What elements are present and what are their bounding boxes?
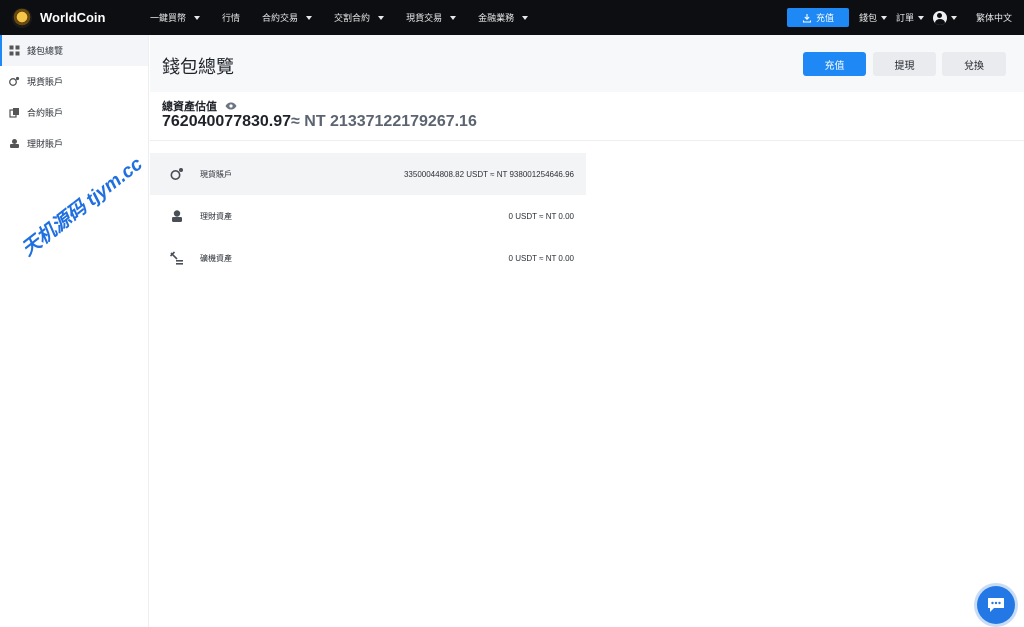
orders-menu[interactable]: 訂單 — [896, 11, 924, 24]
dashboard-icon — [9, 45, 20, 56]
caret-down-icon — [950, 15, 957, 20]
total-asset-nt: ≈ NT 21337122179267.16 — [291, 113, 477, 130]
contract-account-icon — [9, 108, 19, 118]
user-menu[interactable] — [932, 10, 957, 25]
sidebar-item-label: 合約賬戶 — [27, 108, 64, 118]
user-avatar-icon — [932, 10, 947, 25]
sidebar-item-contract-account[interactable]: 合約賬戶 — [0, 97, 148, 128]
exchange-button[interactable]: 兌換 — [942, 52, 1006, 76]
top-deposit-label: 充值 — [815, 13, 834, 23]
total-asset-values: 762040077830.97≈ NT 21337122179267.16 — [162, 113, 477, 131]
wallet-label: 錢包 — [858, 13, 877, 23]
page-title: 錢包總覽 — [162, 57, 234, 77]
language-selector[interactable]: 繁体中文 — [976, 11, 1012, 24]
orders-label: 訂單 — [895, 13, 914, 23]
caret-down-icon — [450, 15, 457, 20]
nav-label: 合約交易 — [262, 13, 299, 23]
caret-down-icon — [194, 15, 201, 20]
wallet-menu[interactable]: 錢包 — [859, 11, 887, 24]
sidebar-item-wallet-overview[interactable]: 錢包總覽 — [0, 35, 148, 66]
sidebar-item-label: 錢包總覽 — [27, 46, 64, 56]
spot-account-icon — [170, 168, 183, 180]
nav-item-delivery-contract[interactable]: 交割合約 — [334, 11, 385, 24]
account-value: 0 USDT ≈ NT 0.00 — [508, 253, 574, 263]
caret-down-icon — [306, 15, 313, 20]
nav-item-quick-buy[interactable]: 一鍵買幣 — [150, 11, 201, 24]
sidebar-item-label: 理財賬戶 — [27, 139, 64, 149]
account-value: 33500044808.82 USDT ≈ NT 938001254646.96 — [403, 169, 574, 179]
withdraw-button[interactable]: 提現 — [873, 52, 936, 76]
chat-support-button[interactable] — [977, 586, 1015, 624]
spot-account-icon — [9, 76, 20, 86]
nav-item-market[interactable]: 行情 — [222, 11, 240, 24]
account-name: 理財資產 — [200, 211, 232, 221]
account-name: 礦機資產 — [200, 253, 232, 263]
caret-down-icon — [378, 15, 385, 20]
brand[interactable]: WorldCoin — [0, 7, 150, 28]
finance-asset-icon — [172, 210, 182, 222]
account-row-mining[interactable]: 礦機資產 0 USDT ≈ NT 0.00 — [150, 237, 586, 279]
total-asset-summary: 總資產估值 762040077830.97≈ NT 21337122179267… — [150, 92, 1024, 141]
nav-item-financial-services[interactable]: 金融業務 — [478, 11, 529, 24]
top-deposit-button[interactable]: 充值 — [786, 8, 849, 27]
nav-label: 金融業務 — [478, 13, 515, 23]
account-name: 現貨賬戶 — [200, 169, 232, 179]
sidebar-item-spot-account[interactable]: 現貨賬戶 — [0, 66, 148, 97]
account-row-spot[interactable]: 現貨賬戶 33500044808.82 USDT ≈ NT 9380012546… — [150, 153, 586, 195]
nav-label: 交割合約 — [334, 13, 371, 23]
caret-down-icon — [880, 15, 887, 20]
eye-icon[interactable] — [225, 102, 237, 110]
brand-name: WorldCoin — [40, 10, 106, 25]
total-asset-label: 總資產估值 — [162, 101, 217, 113]
total-asset-usdt: 762040077830.97 — [162, 113, 292, 130]
nav-item-spot-trading[interactable]: 現貨交易 — [406, 11, 457, 24]
main-nav: 一鍵買幣 行情 合約交易 交割合約 現貨交易 金融業務 — [150, 0, 550, 35]
sidebar-item-label: 現貨賬戶 — [27, 77, 64, 87]
worldcoin-logo-icon — [12, 7, 32, 28]
total-asset-label-row: 總資產估值 — [162, 98, 237, 114]
mining-asset-icon — [170, 251, 183, 265]
top-right-actions: 充值 錢包 訂單 繁体中文 — [786, 0, 1024, 35]
nav-label: 行情 — [222, 13, 241, 23]
account-row-finance[interactable]: 理財資產 0 USDT ≈ NT 0.00 — [150, 195, 586, 237]
account-list: 現貨賬戶 33500044808.82 USDT ≈ NT 9380012546… — [150, 153, 586, 279]
chat-icon — [988, 598, 1004, 612]
main-content: 錢包總覽 充值 提現 兌換 總資產估值 762040077830.97≈ NT … — [150, 35, 1024, 627]
finance-account-icon — [10, 139, 19, 148]
page-header: 錢包總覽 充值 提現 兌換 — [150, 35, 1024, 92]
download-icon — [802, 13, 811, 23]
account-value: 0 USDT ≈ NT 0.00 — [508, 211, 574, 221]
caret-down-icon — [522, 15, 529, 20]
top-navbar: WorldCoin 一鍵買幣 行情 合約交易 交割合約 現貨交易 金融業務 充值… — [0, 0, 1024, 35]
nav-item-contract-trading[interactable]: 合約交易 — [262, 11, 313, 24]
nav-label: 一鍵買幣 — [150, 13, 187, 23]
deposit-button[interactable]: 充值 — [803, 52, 866, 76]
nav-label: 現貨交易 — [406, 13, 443, 23]
sidebar: 錢包總覽 現貨賬戶 合約賬戶 理財賬戶 — [0, 35, 149, 627]
caret-down-icon — [917, 15, 924, 20]
